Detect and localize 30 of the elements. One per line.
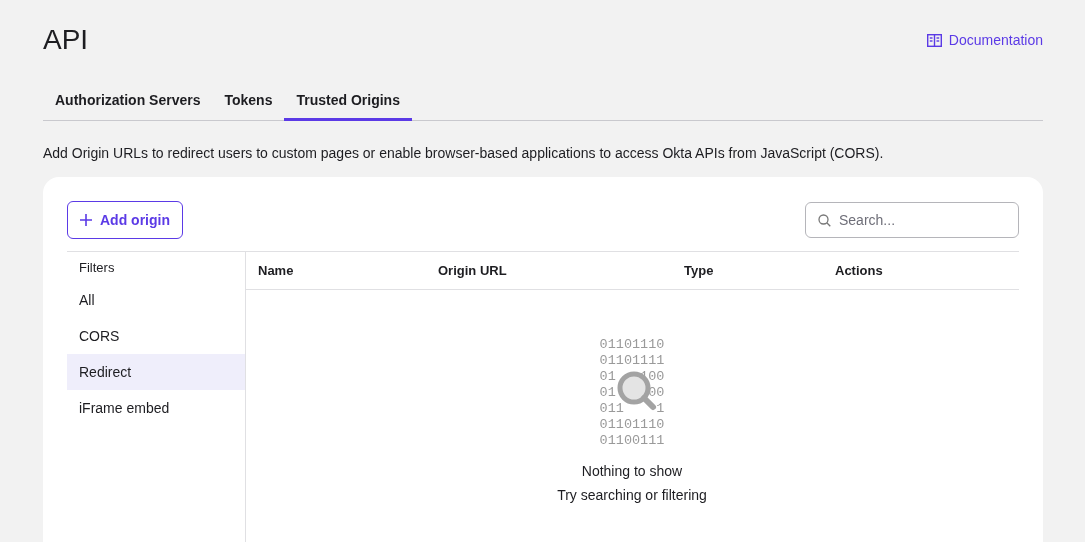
binary-text: 01100111 — [599, 433, 665, 449]
search-field[interactable]: Search... — [805, 202, 1019, 238]
page-title: API — [43, 24, 89, 56]
tab[interactable]: Tokens — [212, 84, 285, 121]
column-header: Type — [684, 263, 715, 278]
binary-text: 01 — [599, 369, 616, 385]
filter-item[interactable]: CORS — [67, 318, 245, 354]
binary-text: 01101111 — [599, 353, 665, 369]
tab[interactable]: Trusted Origins — [284, 84, 412, 121]
column-header: Origin URL — [438, 263, 508, 278]
add-origin-button[interactable]: Add origin — [67, 201, 183, 239]
empty-hint: Try searching or filtering — [557, 487, 707, 503]
empty-title: Nothing to show — [581, 463, 683, 479]
filter-item[interactable]: Redirect — [67, 354, 245, 390]
binary-text: 011 — [599, 401, 624, 417]
filter-item[interactable]: All — [67, 282, 245, 318]
column-header: Actions — [835, 263, 884, 278]
binary-text: 01101110 — [599, 337, 665, 353]
binary-text: 1 — [656, 401, 665, 417]
book-icon — [926, 33, 942, 47]
search-icon — [818, 213, 831, 227]
tab[interactable]: Authorization Servers — [43, 84, 213, 121]
filter-item[interactable]: iFrame embed — [67, 390, 245, 426]
filters-heading: Filters — [78, 259, 116, 277]
column-header: Name — [258, 263, 295, 278]
plus-icon — [80, 214, 92, 226]
documentation-link[interactable]: Documentation — [926, 32, 1043, 48]
binary-text: 01101110 — [599, 417, 665, 433]
binary-text: 01 — [599, 385, 616, 401]
description-text: Add Origin URLs to redirect users to custom pages or enable browser-based applications to access Okta APIs from JavaScript (CORS). — [43, 145, 885, 161]
